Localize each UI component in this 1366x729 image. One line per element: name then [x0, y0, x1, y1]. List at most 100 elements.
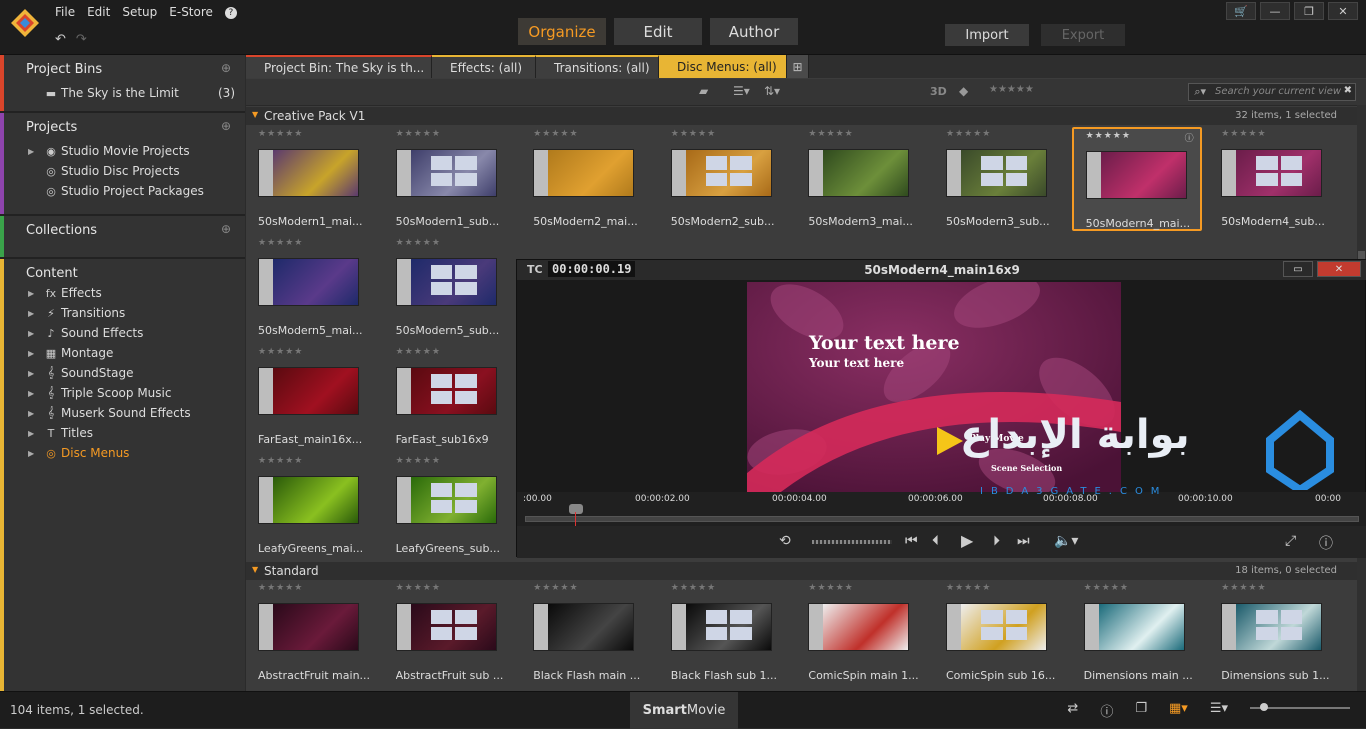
add-project-icon[interactable]: ⊕: [221, 119, 239, 133]
maximize-button[interactable]: ▭: [1283, 261, 1313, 277]
media-tile[interactable]: ★★★★★ 50sModern5_sub...: [384, 236, 514, 340]
rating-stars[interactable]: ★★★★★: [258, 456, 303, 466]
menu-estore[interactable]: E-Store: [169, 5, 213, 19]
media-tile[interactable]: ★★★★★ FarEast_sub16x9: [384, 345, 514, 449]
tab-transitions[interactable]: Transitions: (all): [536, 55, 659, 78]
media-tile[interactable]: ★★★★★ ComicSpin main 1...: [796, 581, 926, 685]
rating-stars[interactable]: ★★★★★: [258, 583, 303, 593]
rating-stars[interactable]: ★★★★★: [396, 129, 441, 139]
media-tile[interactable]: ★★★★★ 50sModern5_mai...: [246, 236, 376, 340]
rating-stars[interactable]: ★★★★★: [533, 583, 578, 593]
rating-stars[interactable]: ★★★★★: [1221, 129, 1266, 139]
media-tile[interactable]: ★★★★★ 50sModern4_mai... ⓘ: [1071, 127, 1202, 231]
redo-icon[interactable]: ↷: [76, 32, 87, 47]
go-end-icon[interactable]: ⏭: [1017, 533, 1030, 549]
play-icon[interactable]: ▶: [961, 531, 973, 550]
media-tile[interactable]: ★★★★★ LeafyGreens_sub...: [384, 454, 514, 558]
rating-stars[interactable]: ★★★★★: [533, 129, 578, 139]
rating-filter[interactable]: ★★★★★: [989, 84, 1034, 95]
jog-shuttle[interactable]: [812, 540, 892, 544]
mode-author[interactable]: Author: [710, 18, 798, 45]
media-tile[interactable]: ★★★★★ Black Flash main ...: [521, 581, 651, 685]
info-icon[interactable]: ⓘ: [1185, 131, 1194, 144]
content-item[interactable]: ▶ 𝄞 SoundStage: [0, 363, 245, 383]
section-title[interactable]: Projects: [0, 113, 245, 141]
content-item[interactable]: ▶ 𝄞 Triple Scoop Music: [0, 383, 245, 403]
media-tile[interactable]: ★★★★★ 50sModern3_sub...: [934, 127, 1064, 231]
expand-icon[interactable]: ▶: [28, 147, 34, 156]
smartmovie-button[interactable]: Smart Movie: [630, 692, 738, 729]
rating-stars[interactable]: ★★★★★: [671, 583, 716, 593]
media-tile[interactable]: ★★★★★ AbstractFruit sub ...: [384, 581, 514, 685]
content-item[interactable]: ▶ ▦ Montage: [0, 343, 245, 363]
menu-file[interactable]: File: [55, 5, 75, 19]
rating-stars[interactable]: ★★★★★: [1221, 583, 1266, 593]
copy-icon[interactable]: ❐: [1135, 701, 1147, 720]
rating-stars[interactable]: ★★★★★: [1086, 131, 1131, 141]
grid-view-icon[interactable]: ▦▾: [1169, 701, 1188, 720]
add-tab-icon[interactable]: ⊞: [787, 55, 809, 78]
list-view-icon[interactable]: ☰▾: [1210, 701, 1228, 720]
content-item[interactable]: ▶ T Titles: [0, 423, 245, 443]
step-back-icon[interactable]: ⏴: [932, 533, 939, 549]
media-tile[interactable]: ★★★★★ AbstractFruit main...: [246, 581, 376, 685]
media-tile[interactable]: ★★★★★ 50sModern1_mai...: [246, 127, 376, 231]
clear-search-icon[interactable]: ✖: [1344, 85, 1352, 96]
section-title[interactable]: Content: [0, 259, 245, 283]
search-input[interactable]: Search your current view: [1188, 83, 1356, 101]
media-tile[interactable]: ★★★★★ ComicSpin sub 16...: [934, 581, 1064, 685]
tag-icon[interactable]: ◆: [959, 84, 968, 98]
menu-setup[interactable]: Setup: [122, 5, 157, 19]
expand-icon[interactable]: ▶: [28, 329, 34, 338]
view-options-icon[interactable]: ☰▾: [733, 84, 750, 98]
rating-stars[interactable]: ★★★★★: [396, 456, 441, 466]
expand-icon[interactable]: ▶: [28, 309, 34, 318]
rating-stars[interactable]: ★★★★★: [946, 583, 991, 593]
media-tile[interactable]: ★★★★★ 50sModern2_sub...: [659, 127, 789, 231]
group-header[interactable]: ▼ Standard 18 items, 0 selected: [246, 562, 1357, 580]
rating-stars[interactable]: ★★★★★: [396, 347, 441, 357]
zoom-slider[interactable]: [1250, 701, 1350, 711]
rating-stars[interactable]: ★★★★★: [671, 129, 716, 139]
expand-icon[interactable]: ▶: [28, 429, 34, 438]
tab-project-bin[interactable]: Project Bin: The Sky is th...: [246, 55, 432, 78]
rating-stars[interactable]: ★★★★★: [258, 347, 303, 357]
tab-disc-menus[interactable]: Disc Menus: (all): [659, 55, 787, 78]
expand-icon[interactable]: ▶: [28, 409, 34, 418]
step-forward-icon[interactable]: ⏵: [993, 533, 1000, 549]
expand-icon[interactable]: ▶: [28, 449, 34, 458]
media-tile[interactable]: ★★★★★ LeafyGreens_mai...: [246, 454, 376, 558]
media-tile[interactable]: ★★★★★ 50sModern4_sub...: [1209, 127, 1339, 231]
folder-icon[interactable]: ▰: [699, 84, 708, 98]
cart-icon[interactable]: 🛒: [1226, 2, 1256, 20]
info-icon[interactable]: ⓘ: [1319, 533, 1333, 553]
media-tile[interactable]: ★★★★★ Dimensions sub 1...: [1209, 581, 1339, 685]
content-item[interactable]: ▶ ⚡ Transitions: [0, 303, 245, 323]
tab-effects[interactable]: Effects: (all): [432, 55, 536, 78]
project-item[interactable]: ▶ ◉ Studio Movie Projects: [0, 141, 245, 161]
restore-button[interactable]: ❐: [1294, 2, 1324, 20]
rating-stars[interactable]: ★★★★★: [396, 583, 441, 593]
expand-icon[interactable]: ▶: [28, 349, 34, 358]
help-icon[interactable]: ?: [224, 7, 237, 19]
add-bin-icon[interactable]: ⊕: [221, 61, 239, 75]
import-button[interactable]: Import: [945, 24, 1029, 46]
content-item[interactable]: ▶ fx Effects: [0, 283, 245, 303]
section-title[interactable]: Project Bins: [0, 55, 245, 83]
minimize-button[interactable]: —: [1260, 2, 1290, 20]
media-tile[interactable]: ★★★★★ Black Flash sub 1...: [659, 581, 789, 685]
group-header[interactable]: ▼ Creative Pack V1 32 items, 1 selected: [246, 107, 1357, 125]
project-item[interactable]: ◎ Studio Disc Projects: [0, 161, 245, 181]
close-player-button[interactable]: ✕: [1317, 261, 1361, 277]
close-button[interactable]: ✕: [1328, 2, 1358, 20]
content-item[interactable]: ▶ 𝄞 Muserk Sound Effects: [0, 403, 245, 423]
content-item[interactable]: ▶ ♪ Sound Effects: [0, 323, 245, 343]
loop-icon[interactable]: ⟲: [779, 533, 791, 549]
rating-stars[interactable]: ★★★★★: [258, 129, 303, 139]
rating-stars[interactable]: ★★★★★: [808, 129, 853, 139]
rating-stars[interactable]: ★★★★★: [946, 129, 991, 139]
undo-icon[interactable]: ↶: [55, 32, 66, 47]
expand-icon[interactable]: ▶: [28, 369, 34, 378]
mode-organize[interactable]: Organize: [518, 18, 606, 45]
mode-edit[interactable]: Edit: [614, 18, 702, 45]
